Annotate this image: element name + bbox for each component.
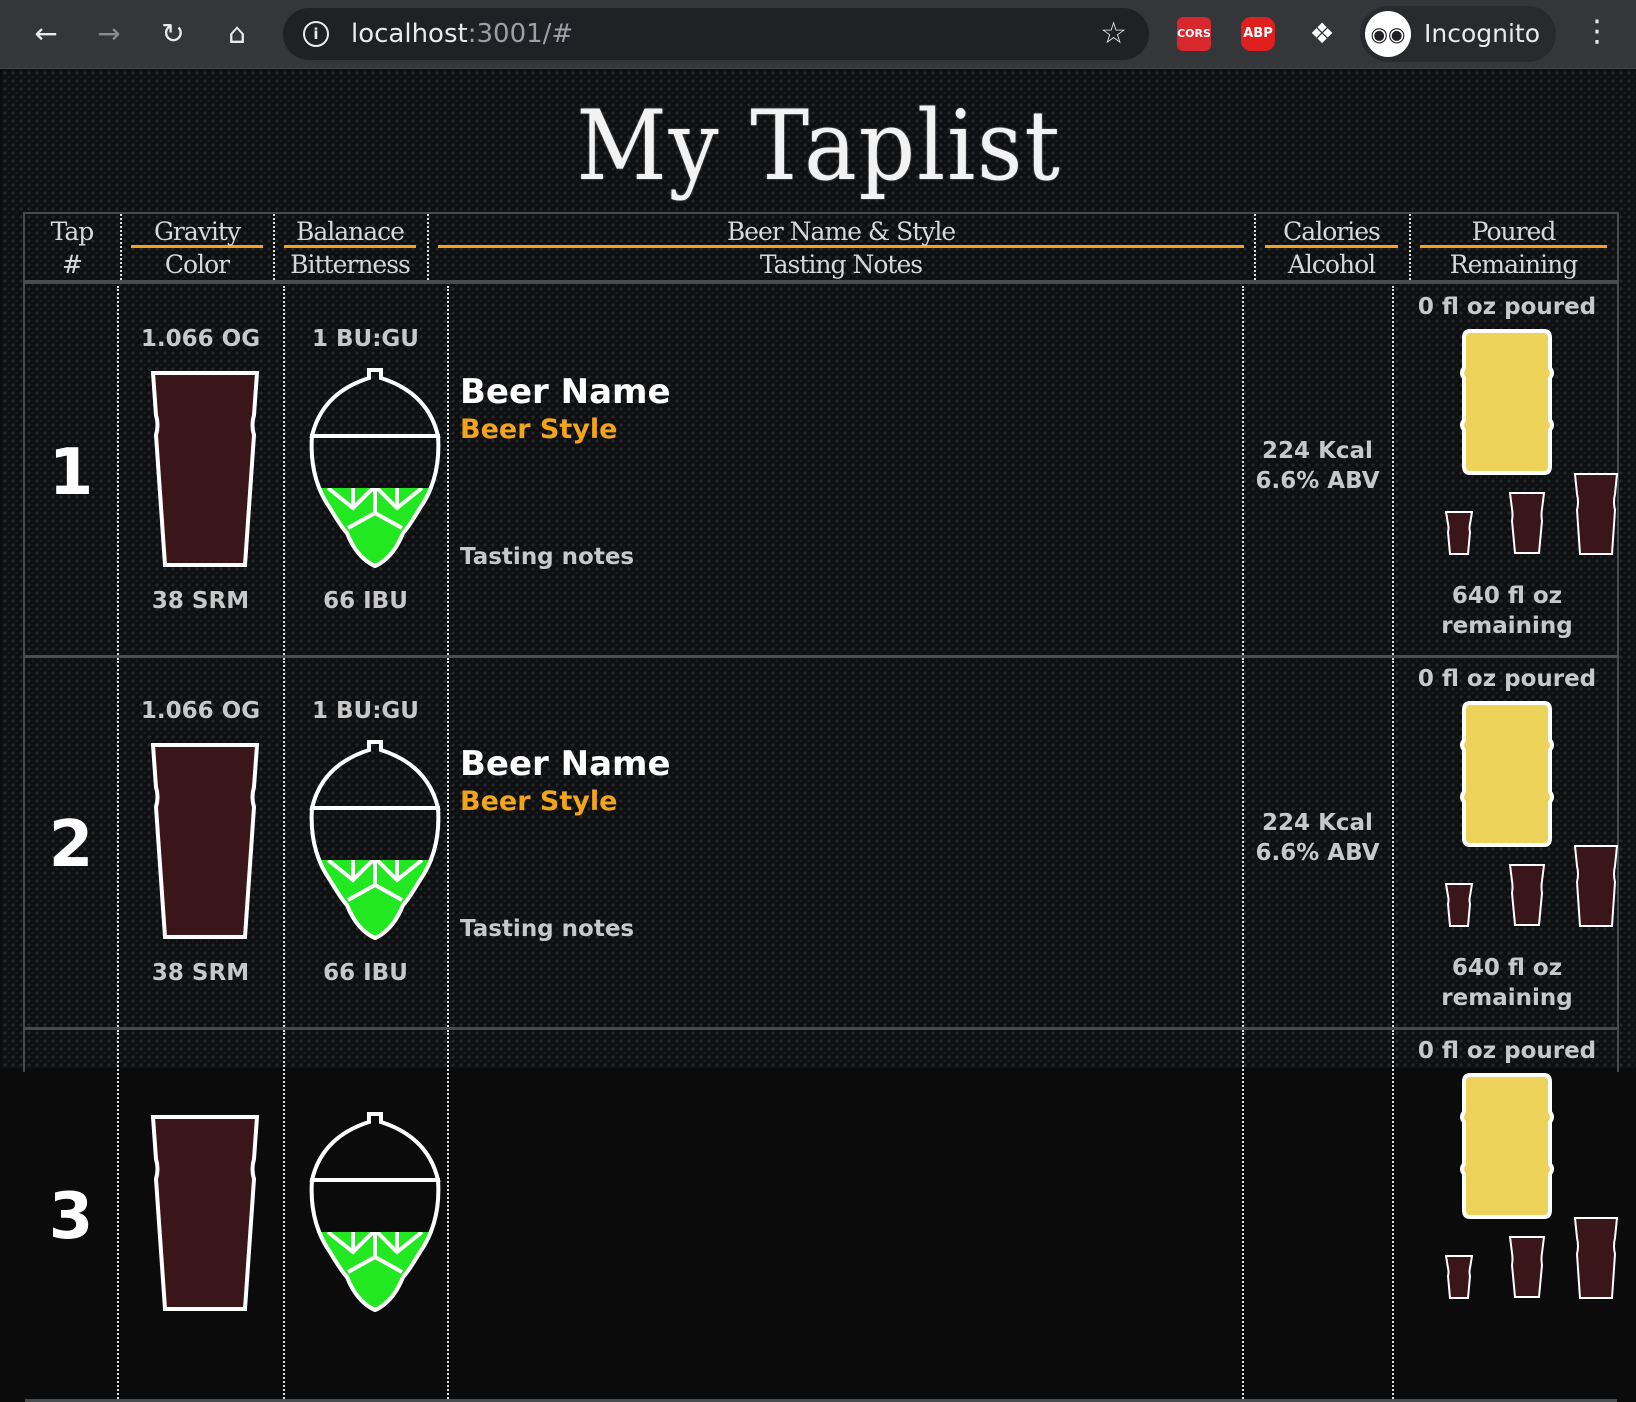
profile-label: Incognito — [1424, 19, 1541, 48]
header-gravity-color: Gravity Color — [121, 214, 273, 280]
large-glass-icon — [1573, 473, 1619, 555]
kebab-menu-icon[interactable]: ⋮ — [1582, 14, 1612, 49]
large-glass-icon — [1573, 1217, 1619, 1299]
table-header: Tap # Gravity Color Balanace Bitterness Bee… — [25, 214, 1617, 284]
remaining-amount: 640 fl oz — [1451, 583, 1563, 609]
tap-number: 1 — [48, 436, 94, 510]
header-balance-bitterness: Balanace Bitterness — [274, 214, 426, 280]
back-icon[interactable]: ← — [26, 14, 66, 54]
original-gravity: 1.066 OG — [140, 698, 261, 724]
incognito-icon: ◉◉ — [1365, 11, 1411, 57]
bookmark-star-icon[interactable]: ☆ — [1100, 16, 1127, 51]
header-color: Color — [164, 250, 230, 279]
beer-name[interactable]: Beer Name — [460, 744, 671, 784]
incognito-profile-button[interactable]: ◉◉ Incognito — [1360, 6, 1556, 62]
beer-style: Beer Style — [460, 414, 618, 445]
hop-bitterness-icon — [309, 1112, 441, 1312]
header-poured-remaining: Poured Remaining — [1410, 214, 1617, 280]
tasting-notes: Tasting notes — [460, 544, 635, 570]
medium-glass-icon — [1508, 492, 1546, 554]
srm-color: 38 SRM — [151, 588, 250, 614]
medium-glass-icon — [1508, 1236, 1546, 1298]
large-glass-icon — [1573, 845, 1619, 927]
bu-gu-ratio: 1 BU:GU — [312, 326, 419, 352]
original-gravity: 1.066 OG — [140, 326, 261, 352]
beer-glass-color-icon — [150, 371, 260, 567]
url-text[interactable]: localhost:3001/# — [351, 19, 573, 49]
small-glass-icon — [1444, 1255, 1474, 1299]
column-divider — [447, 286, 449, 655]
info-icon[interactable]: i — [303, 21, 329, 47]
hop-bitterness-icon — [309, 740, 441, 940]
tap-number: 3 — [48, 1180, 94, 1254]
header-tap-label: Tap — [50, 217, 95, 246]
tap-row: 3 0 fl oz poured — [25, 1030, 1619, 1402]
header-calories: Calories — [1265, 214, 1398, 248]
column-divider — [1242, 1030, 1244, 1399]
remaining-label: remaining — [1441, 985, 1573, 1011]
poured-amount: 0 fl oz poured — [1417, 294, 1597, 320]
browser-toolbar: ← → ↻ ⌂ i localhost:3001/# ☆ CORS ABP ❖ … — [0, 0, 1636, 69]
bu-gu-ratio: 1 BU:GU — [312, 698, 419, 724]
tap-number: 2 — [48, 808, 94, 882]
ibu-value: 66 IBU — [323, 588, 408, 614]
header-gravity: Gravity — [131, 214, 263, 248]
header-tasting-notes: Tasting Notes — [759, 250, 923, 279]
forward-icon[interactable]: → — [89, 14, 129, 54]
remaining-label: remaining — [1441, 613, 1573, 639]
page-title: My Taplist — [576, 90, 1062, 202]
header-poured: Poured — [1420, 214, 1607, 248]
reload-icon[interactable]: ↻ — [153, 14, 193, 54]
beer-style: Beer Style — [460, 786, 618, 817]
tap-row: 1 1.066 OG 38 SRM 1 BU:GU 66 IBU Beer Na… — [25, 286, 1619, 658]
abv-value: 6.6% ABV — [1255, 468, 1380, 494]
tasting-notes: Tasting notes — [460, 916, 635, 942]
ibu-value: 66 IBU — [323, 960, 408, 986]
column-divider — [447, 1030, 449, 1399]
tap-row: 2 1.066 OG 38 SRM 1 BU:GU 66 IBU Beer Na… — [25, 658, 1619, 1030]
column-divider — [447, 658, 449, 1027]
hop-bitterness-icon — [309, 368, 441, 568]
column-divider — [1392, 1030, 1394, 1399]
poured-amount: 0 fl oz poured — [1417, 1038, 1597, 1064]
cors-extension-icon[interactable]: CORS — [1177, 17, 1211, 51]
calories-value: 224 Kcal — [1262, 438, 1373, 464]
home-icon[interactable]: ⌂ — [217, 14, 257, 54]
address-bar[interactable]: i localhost:3001/# ☆ — [283, 8, 1149, 60]
calories-value: 224 Kcal — [1262, 810, 1373, 836]
header-name-style: Beer Name & Style — [438, 214, 1244, 248]
header-bitterness: Bitterness — [290, 250, 411, 279]
column-divider — [117, 1030, 119, 1399]
poured-amount: 0 fl oz poured — [1417, 666, 1597, 692]
header-balance: Balanace — [284, 214, 416, 248]
header-name-notes: Beer Name & Style Tasting Notes — [428, 214, 1254, 280]
url-host: localhost — [351, 19, 468, 49]
header-calories-alcohol: Calories Alcohol — [1255, 214, 1408, 280]
beer-glass-color-icon — [150, 743, 260, 939]
header-tap-number: # — [62, 250, 83, 279]
keg-level-icon — [1460, 701, 1554, 847]
url-path: :3001/# — [467, 19, 574, 49]
taplist-page: My Taplist Tap # Gravity Color Balanace Bit… — [2, 70, 1636, 1402]
medium-glass-icon — [1508, 864, 1546, 926]
keg-level-icon — [1460, 329, 1554, 475]
beer-name[interactable]: Beer Name — [460, 372, 671, 412]
adblock-extension-icon[interactable]: ABP — [1241, 17, 1275, 51]
column-divider — [283, 1030, 285, 1399]
header-remaining: Remaining — [1449, 250, 1578, 279]
srm-color: 38 SRM — [151, 960, 250, 986]
header-tap: Tap # — [25, 214, 119, 280]
beer-glass-color-icon — [150, 1115, 260, 1311]
remaining-amount: 640 fl oz — [1451, 955, 1563, 981]
extensions-puzzle-icon[interactable]: ❖ — [1305, 17, 1339, 51]
keg-level-icon — [1460, 1073, 1554, 1219]
header-alcohol: Alcohol — [1287, 250, 1376, 279]
taplist-table: Tap # Gravity Color Balanace Bitterness Bee… — [23, 212, 1619, 1402]
small-glass-icon — [1444, 883, 1474, 927]
abv-value: 6.6% ABV — [1255, 840, 1380, 866]
small-glass-icon — [1444, 511, 1474, 555]
